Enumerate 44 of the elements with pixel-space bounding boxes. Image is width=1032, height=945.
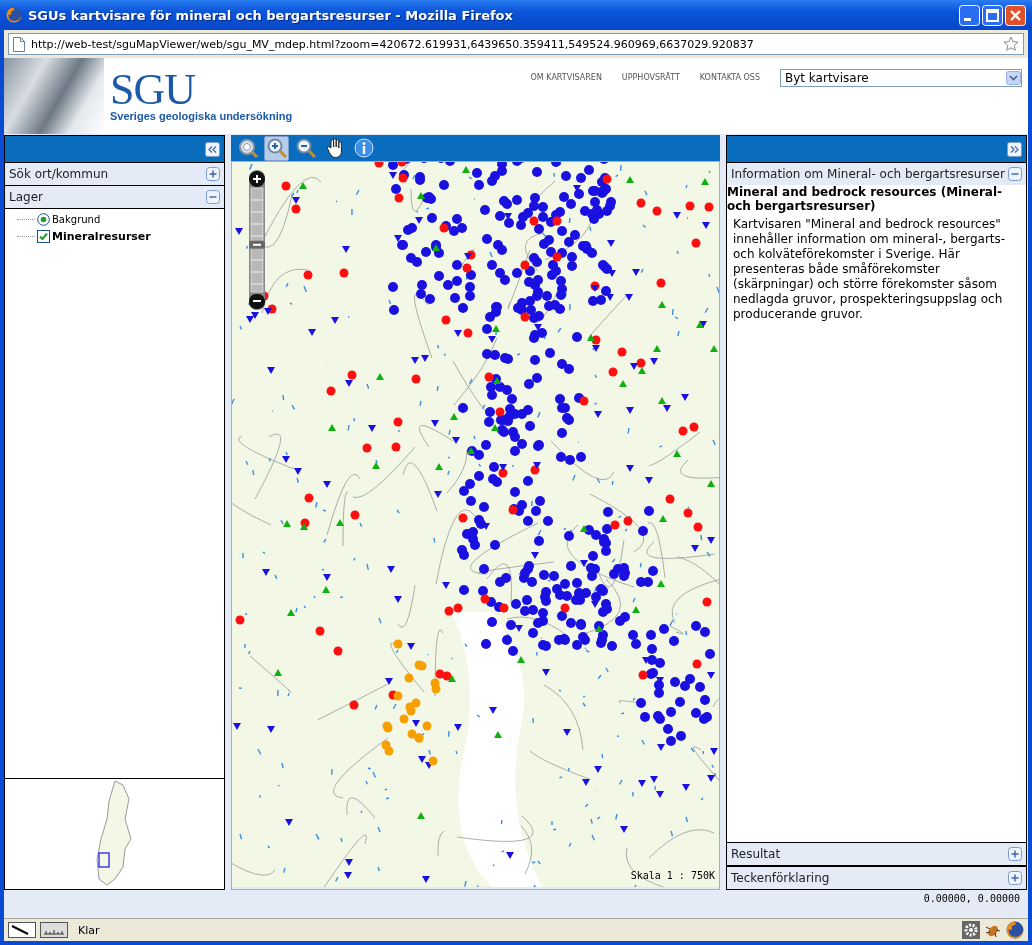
address-field[interactable]: http://web-test/sguMapViewer/web/sgu_MV_mdep.html?zoom=420672.619931,6439650.359411,549524.960969,6637029.920837 [8,33,1024,55]
ruler-icon[interactable] [40,922,68,938]
info-icon [353,138,374,158]
logo-text: SGU [110,70,196,110]
firefox-icon [6,7,22,23]
expand-button[interactable] [1008,847,1022,861]
zoom-out-icon [295,138,316,158]
header-link[interactable]: KONTAKTA OSS [699,69,760,82]
hand-icon [325,138,344,158]
logo-subtitle: Sveriges geologiska undersökning [110,110,293,122]
header-link[interactable]: OM KARTVISAREN [530,69,602,82]
page-icon [13,36,25,52]
url-text: http://web-test/sguMapViewer/web/sgu_MV_mdep.html?zoom=420672.619931,6439650.359411,549524.960969,6637029.920837 [31,37,754,51]
map-scale: Skala 1 : 750K [630,870,715,881]
layer-label: Bakgrund [52,214,101,225]
gear-icon[interactable] [962,921,980,939]
expand-button[interactable] [1008,871,1022,885]
slider-thumb[interactable] [249,240,265,249]
layer-label: Mineralresurser [52,230,151,243]
map-drawing[interactable] [232,162,719,887]
zoom-slider[interactable] [248,170,266,310]
info-text: Kartvisaren "Mineral and bedrock resources" innehåller information om mineral-, bergarts- och kolväteförekomster i Sverige. Här presenteras både småförekomster (skärpningar) och större förekomster såsom nedlagda gruvor, prospekteringsuppslag och producerande gruvor. [732,217,1007,322]
radio-button[interactable] [37,213,50,226]
viewer-select[interactable]: Byt kartvisare [780,69,1022,87]
minimize-button[interactable] [959,4,980,26]
header-link[interactable]: UPPHOVSRÄTT [621,69,680,82]
firefox-icon[interactable] [1006,921,1024,939]
coordinates-text: 0.00000, 0.00000 [923,893,1020,904]
pen-icon[interactable] [8,922,36,938]
close-button[interactable] [1005,4,1026,26]
map-tool-button[interactable] [264,135,289,161]
zoom-extent-icon [237,138,258,158]
window-title: SGUs kartvisare för mineral och bergartsresurser - Mozilla Firefox [28,7,514,23]
collapse-panel-button[interactable] [205,141,220,157]
collapse-button[interactable] [206,190,220,204]
checkbox[interactable] [37,230,50,243]
expand-button[interactable] [206,167,220,181]
status-text: Klar [78,923,100,937]
collapse-button[interactable] [1008,167,1022,181]
zoom-in-icon [266,138,287,158]
star-icon[interactable] [1003,36,1019,52]
info-title: Mineral and bedrock resources (Mineral- och bergartsresurser) [727,185,1003,215]
collapse-panel-button[interactable] [1007,141,1022,157]
maximize-button[interactable] [982,4,1003,26]
